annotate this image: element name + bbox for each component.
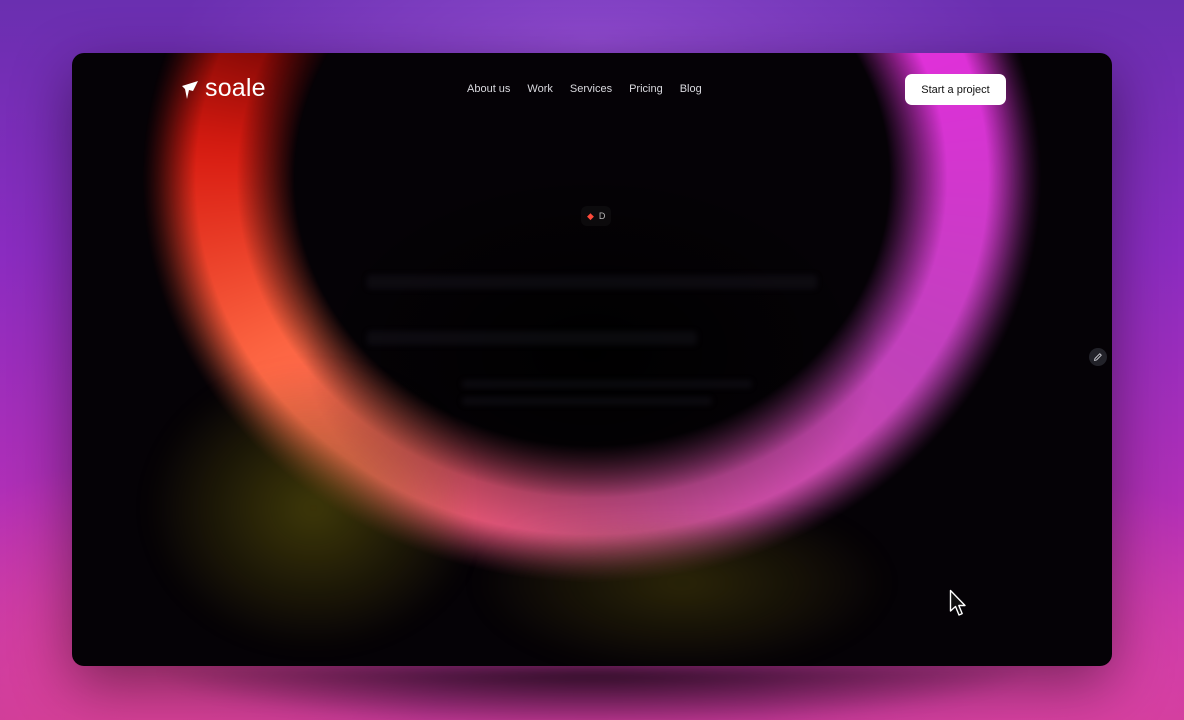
hero-heading-ghost-2 [367,331,697,345]
hero-subtitle-ghost-2 [462,397,712,405]
logo-text: soale [205,74,266,102]
nav-link-services[interactable]: Services [570,83,612,95]
diamond-icon: ◆ [587,210,594,221]
pencil-icon [1094,353,1102,361]
hero-gradient [72,53,1112,666]
hero-heading-ghost-1 [367,275,817,289]
soale-logo-icon [182,80,198,99]
nav-link-about-us[interactable]: About us [467,83,510,95]
navbar: soale About us Work Services Pricing Blo… [72,53,1112,128]
hero-subtitle-ghost-1 [462,380,752,388]
hero-badge: ◆ D [581,206,612,226]
nav-link-work[interactable]: Work [527,83,552,95]
start-project-button[interactable]: Start a project [905,74,1006,105]
nav-link-pricing[interactable]: Pricing [629,83,663,95]
window-shadow [150,668,1034,720]
cursor-icon [949,589,966,616]
olive-glow-bottom [472,523,892,666]
nav-link-blog[interactable]: Blog [680,83,702,95]
nav-links: About us Work Services Pricing Blog [467,83,702,95]
browser-window: soale About us Work Services Pricing Blo… [72,53,1112,666]
logo-link[interactable]: soale [179,76,266,101]
hero-badge-text: D [598,211,606,221]
edit-button[interactable] [1089,348,1107,366]
